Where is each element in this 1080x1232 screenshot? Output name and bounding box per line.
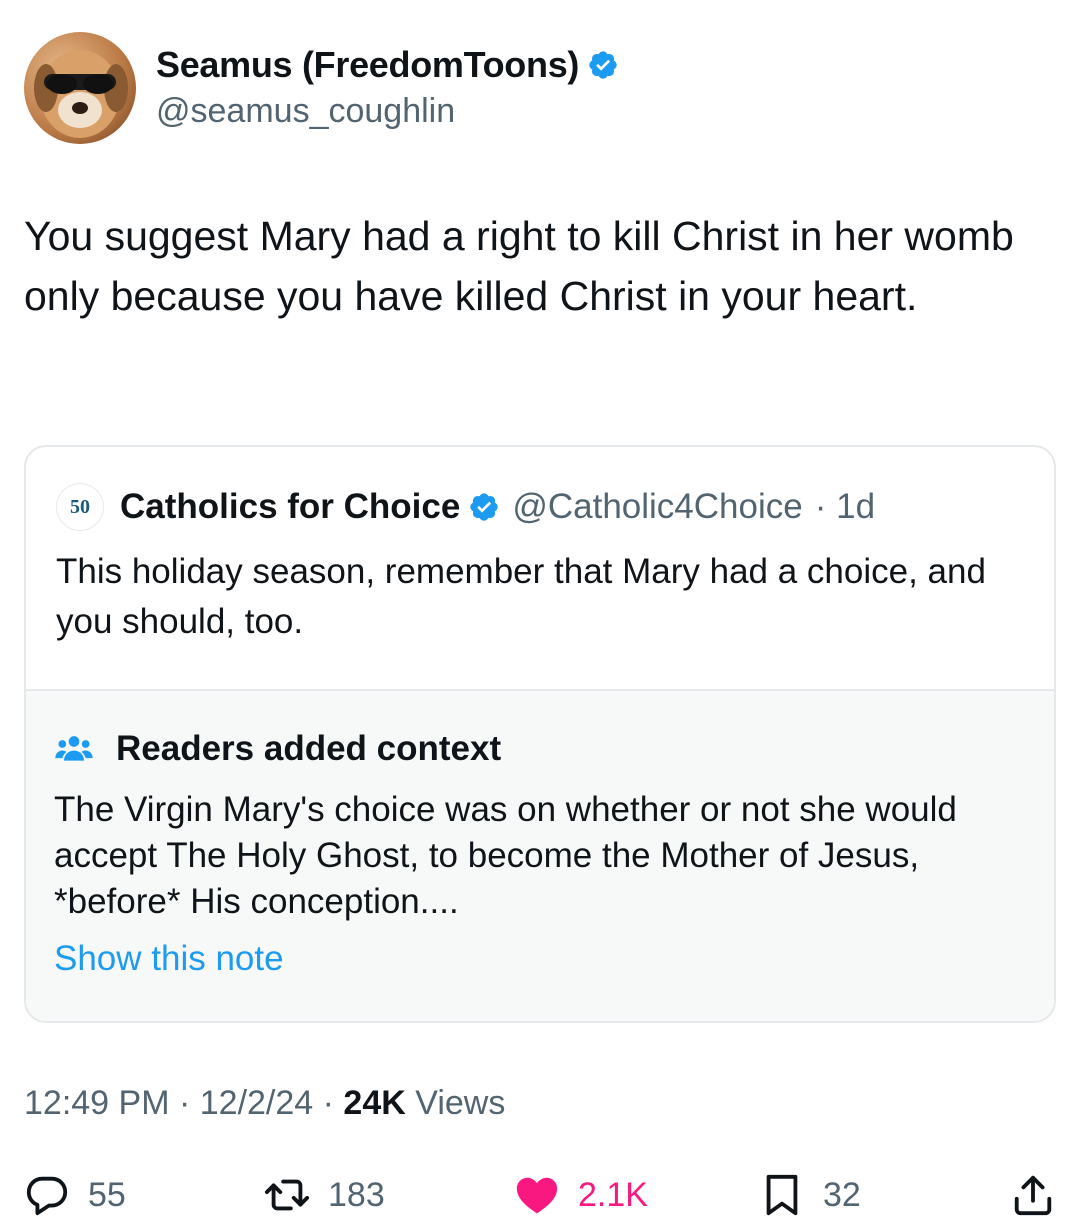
reply-button[interactable]: 55 [24, 1160, 126, 1230]
bookmark-button[interactable]: 32 [759, 1160, 861, 1230]
quoted-avatar[interactable]: 50 [56, 483, 104, 531]
action-bar: 55 183 2.1K 32 [24, 1160, 1056, 1230]
repost-icon [264, 1179, 310, 1211]
like-count: 2.1K [578, 1175, 648, 1214]
community-note: Readers added context The Virgin Mary's … [26, 689, 1054, 1021]
views-count: 24K [343, 1084, 406, 1122]
tweet-date[interactable]: 12/2/24 [200, 1084, 313, 1122]
people-icon [55, 736, 93, 761]
community-note-header: Readers added context [54, 729, 501, 769]
reply-icon [26, 1176, 68, 1216]
show-note-link[interactable]: Show this note [54, 939, 284, 979]
tweet-time[interactable]: 12:49 PM [24, 1084, 170, 1122]
bookmark-icon [766, 1174, 798, 1216]
quoted-logo-text: 50 [70, 495, 90, 518]
tweet-text: You suggest Mary had a right to kill Chr… [24, 213, 1014, 319]
views-label: Views [415, 1084, 506, 1122]
dog-avatar-icon [34, 50, 128, 138]
quoted-handle[interactable]: @Catholic4Choice [512, 487, 802, 527]
verified-badge-icon [470, 493, 498, 521]
quoted-header: 50 Catholics for Choice @Catholic4Choice… [56, 483, 875, 531]
quoted-display-name[interactable]: Catholics for Choice [120, 487, 460, 527]
community-note-title: Readers added context [116, 729, 502, 768]
meta-separator: · [169, 1084, 200, 1122]
community-note-text: The Virgin Mary's choice was on whether … [54, 790, 957, 921]
tweet-meta: 12:49 PM · 12/2/24 · 24K Views [24, 1084, 505, 1123]
author-display-name[interactable]: Seamus (FreedomToons) [156, 44, 579, 86]
quoted-tweet[interactable]: 50 Catholics for Choice @Catholic4Choice… [24, 445, 1056, 1023]
author-name-row: Seamus (FreedomToons) [156, 44, 619, 86]
repost-count: 183 [328, 1175, 385, 1214]
avatar[interactable] [24, 32, 136, 144]
verified-badge-icon[interactable] [587, 49, 619, 81]
reply-count: 55 [88, 1175, 126, 1214]
author-handle[interactable]: @seamus_coughlin [156, 92, 455, 131]
quoted-text: This holiday season, remember that Mary … [56, 552, 986, 641]
repost-button[interactable]: 183 [264, 1160, 385, 1230]
share-icon [1014, 1175, 1052, 1216]
meta-separator: · [313, 1084, 344, 1122]
like-button[interactable]: 2.1K [514, 1160, 648, 1230]
heart-icon [516, 1177, 558, 1214]
share-button[interactable] [1010, 1160, 1056, 1230]
quoted-age: · 1d [814, 487, 876, 526]
tweet-header: Seamus (FreedomToons) @seamus_coughlin [24, 32, 1056, 146]
bookmark-count: 32 [823, 1175, 861, 1214]
